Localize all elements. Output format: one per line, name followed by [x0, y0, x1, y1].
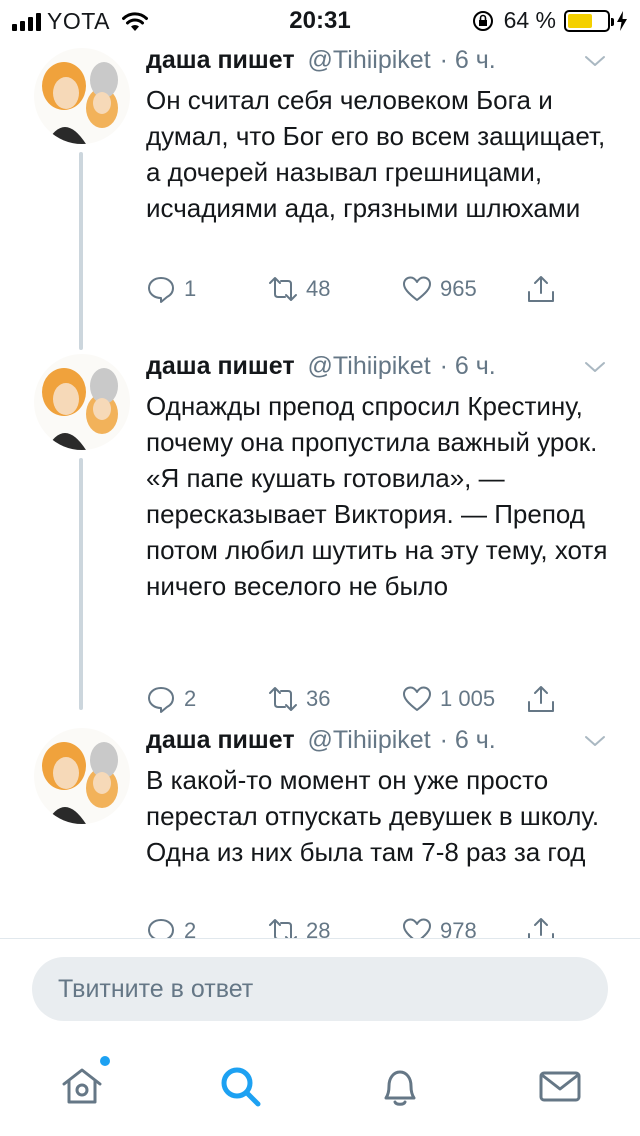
heart-icon: [403, 686, 431, 711]
charging-icon: [617, 10, 627, 31]
tweet-actions: 1 48 965: [146, 274, 586, 310]
author-name[interactable]: даша пишет: [146, 352, 295, 380]
chevron-down-icon[interactable]: [584, 360, 606, 374]
mail-icon: [539, 1071, 581, 1102]
like-count: 978: [440, 918, 477, 938]
new-content-dot: [100, 1056, 110, 1066]
tweet[interactable]: даша пишет @Tihiipiket · 6 ч. Однажды пр…: [0, 346, 640, 726]
tweet[interactable]: даша пишет @Tihiipiket · 6 ч. В какой-то…: [0, 720, 640, 938]
tab-bar: [0, 1044, 640, 1136]
share-button[interactable]: [526, 274, 564, 304]
tweet-actions: 2 28 978: [146, 916, 586, 938]
share-button[interactable]: [526, 684, 564, 714]
battery-level: [568, 13, 593, 28]
like-count: 1 005: [440, 686, 496, 711]
chevron-down-icon[interactable]: [584, 54, 606, 68]
tweet-text: Он считал себя человеком Бога и думал, ч…: [146, 85, 606, 223]
reply-icon: [148, 277, 174, 303]
avatar[interactable]: [34, 48, 130, 144]
retweet-count: 48: [306, 276, 331, 301]
like-button[interactable]: 978: [402, 916, 477, 938]
reply-button[interactable]: 2: [146, 684, 196, 714]
status-bar: YOTA 20:31 64 %: [0, 0, 640, 40]
chevron-down-icon[interactable]: [584, 734, 606, 748]
rotation-lock-icon: [472, 10, 493, 31]
author-name[interactable]: даша пишет: [146, 46, 295, 74]
heart-icon: [403, 918, 431, 938]
retweet-count: 36: [306, 686, 331, 711]
author-handle[interactable]: @Tihiipiket: [308, 46, 431, 74]
tweet-text: Однажды препод спросил Крестину, почему …: [146, 391, 608, 601]
tab-search[interactable]: [216, 1062, 264, 1110]
heart-icon: [403, 276, 431, 301]
reply-button[interactable]: 1: [146, 274, 196, 304]
reply-icon: [148, 919, 174, 938]
retweet-button[interactable]: 28: [268, 916, 330, 938]
retweet-icon: [269, 919, 297, 938]
like-count: 965: [440, 276, 477, 301]
avatar[interactable]: [34, 354, 130, 450]
reply-bar: Твитните в ответ: [0, 938, 640, 1045]
thread-line: [79, 458, 83, 710]
like-button[interactable]: 1 005: [402, 684, 495, 714]
reply-icon: [148, 687, 174, 713]
tweet-time: · 6 ч.: [439, 726, 496, 754]
reply-count: 1: [184, 276, 197, 301]
retweet-icon: [269, 277, 297, 301]
reply-input[interactable]: Твитните в ответ: [32, 957, 608, 1021]
tweet-time: · 6 ч.: [439, 46, 496, 74]
tab-notifications[interactable]: [376, 1062, 424, 1110]
tweet-header[interactable]: даша пишет @Tihiipiket · 6 ч.: [146, 726, 496, 755]
author-name[interactable]: даша пишет: [146, 726, 295, 754]
tweet-header[interactable]: даша пишет @Tihiipiket · 6 ч.: [146, 46, 496, 75]
share-button[interactable]: [526, 916, 564, 938]
tweet[interactable]: даша пишет @Tihiipiket · 6 ч. Он считал …: [0, 40, 640, 350]
bell-icon: [384, 1070, 416, 1106]
avatar[interactable]: [34, 728, 130, 824]
like-button[interactable]: 965: [402, 274, 477, 304]
share-icon: [528, 686, 554, 712]
retweet-count: 28: [306, 918, 331, 938]
share-icon: [528, 918, 554, 938]
tweet-time: · 6 ч.: [439, 352, 496, 380]
retweet-button[interactable]: 48: [268, 274, 330, 304]
tab-home[interactable]: [58, 1056, 110, 1110]
reply-count: 2: [184, 918, 197, 938]
tweet-thread[interactable]: даша пишет @Tihiipiket · 6 ч. Он считал …: [0, 40, 640, 938]
thread-line: [79, 152, 83, 350]
retweet-icon: [269, 687, 297, 711]
status-right: 64 %: [472, 7, 628, 34]
tab-messages[interactable]: [536, 1062, 584, 1110]
author-handle[interactable]: @Tihiipiket: [308, 352, 431, 380]
reply-placeholder: Твитните в ответ: [58, 974, 254, 1003]
battery-icon: [564, 9, 614, 32]
home-icon: [62, 1068, 102, 1104]
reply-button[interactable]: 2: [146, 916, 196, 938]
search-icon: [221, 1067, 261, 1107]
author-handle[interactable]: @Tihiipiket: [308, 726, 431, 754]
battery-percent: 64 %: [503, 7, 556, 33]
retweet-button[interactable]: 36: [268, 684, 330, 714]
tweet-header[interactable]: даша пишет @Tihiipiket · 6 ч.: [146, 352, 496, 381]
tweet-text: В какой-то момент он уже просто перестал…: [146, 765, 600, 867]
reply-count: 2: [184, 686, 197, 711]
tweet-actions: 2 36 1 005: [146, 684, 586, 720]
share-icon: [528, 276, 554, 302]
